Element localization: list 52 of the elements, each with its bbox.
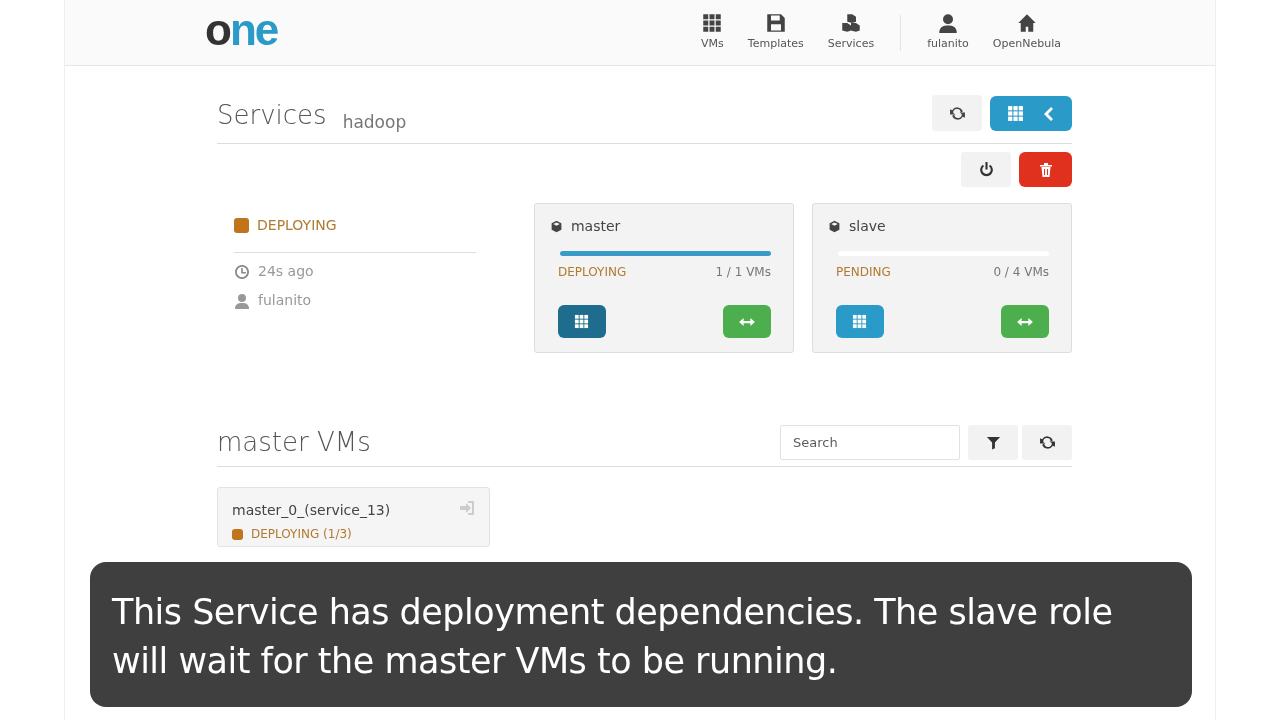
cube-icon <box>828 220 841 233</box>
grid-icon <box>574 314 590 329</box>
role-state: PENDING <box>836 264 891 281</box>
logo[interactable]: one <box>205 7 278 52</box>
nav-item[interactable]: OpenNebula <box>980 12 1073 53</box>
power-icon <box>977 161 995 178</box>
home-icon <box>1016 12 1037 33</box>
cube-icon <box>549 220 563 233</box>
refresh-button[interactable] <box>1022 425 1072 460</box>
role-name: master <box>570 217 621 236</box>
refresh-icon <box>1038 434 1056 451</box>
delete-button[interactable] <box>1019 152 1072 187</box>
search-field[interactable]: Search <box>780 425 960 460</box>
nav-item[interactable]: VMs <box>689 12 736 53</box>
role-card[interactable]: slave PENDING 0 / 4 VMs <box>812 203 1072 353</box>
clock-icon <box>234 263 250 280</box>
caption-overlay: This Service has deployment dependencies. The slave role will wait for the master VMs to be running. <box>90 562 1192 707</box>
service-name: hadoop <box>342 110 407 134</box>
section-title: master VMs <box>217 426 371 459</box>
role-card[interactable]: master DEPLOYING 1 / 1 VMs <box>533 203 794 353</box>
user-icon <box>938 12 958 33</box>
grid-icon <box>702 12 723 33</box>
trash-icon <box>1037 161 1054 178</box>
page-title: Services <box>217 99 327 132</box>
user-icon <box>234 292 250 309</box>
grid-icon <box>852 314 868 329</box>
cubes-icon <box>840 12 861 33</box>
role-name: slave <box>849 217 886 236</box>
vm-card[interactable]: master_0_(service_13) DEPLOYING (1/3) <box>217 487 490 547</box>
vm-name: master_0_(service_13) <box>232 501 391 520</box>
service-state: DEPLOYING <box>257 216 337 235</box>
grid-icon <box>1006 105 1024 122</box>
vm-count: 1 / 1 VMs <box>715 264 771 281</box>
vm-state: DEPLOYING (1/3) <box>251 526 352 543</box>
nav-item[interactable]: Services <box>815 12 887 53</box>
vms-button[interactable] <box>557 305 606 338</box>
scale-button[interactable] <box>723 305 771 338</box>
nav-item[interactable]: Templates <box>735 12 816 53</box>
login-icon <box>459 500 475 516</box>
refresh-button[interactable] <box>932 95 982 131</box>
elapsed-time: 24s ago <box>258 262 314 281</box>
power-button[interactable] <box>961 152 1011 187</box>
view-toggle-button[interactable] <box>990 96 1072 131</box>
refresh-icon <box>948 104 966 122</box>
vm-count: 0 / 4 VMs <box>993 264 1049 281</box>
nav-item[interactable]: fulanito <box>915 12 981 53</box>
scale-button[interactable] <box>1001 305 1049 338</box>
role-state: DEPLOYING <box>557 264 627 281</box>
vms-button[interactable] <box>836 305 884 338</box>
filter-button[interactable] <box>968 425 1018 460</box>
filter-icon <box>985 435 1001 450</box>
owner-name: fulanito <box>258 291 312 310</box>
